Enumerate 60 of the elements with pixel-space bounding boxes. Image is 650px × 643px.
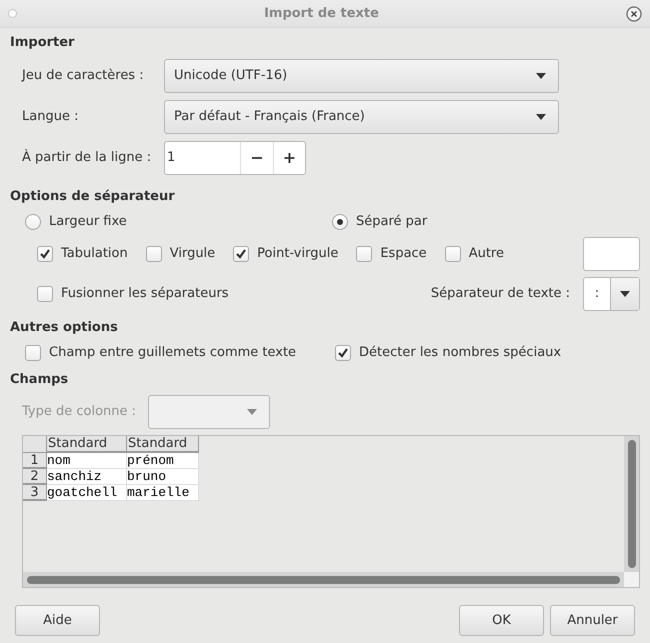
text-separator-dropdown[interactable]: : xyxy=(583,277,640,311)
charset-dropdown[interactable]: Unicode (UTF-16) xyxy=(164,59,559,93)
field-label: Type de colonne : xyxy=(22,403,136,422)
table-cell: marielle xyxy=(127,485,199,501)
checkbox[interactable] xyxy=(335,345,351,361)
caret-icon xyxy=(536,73,546,79)
checkbox[interactable] xyxy=(37,246,53,262)
checkbox-label: Champ entre guillemets comme texte xyxy=(49,344,296,362)
checkbox[interactable] xyxy=(356,246,372,262)
increment-button[interactable]: + xyxy=(273,142,305,174)
caret-icon xyxy=(247,409,258,415)
close-icon[interactable] xyxy=(626,6,642,22)
row-number: 2 xyxy=(23,469,47,485)
column-type-dropdown[interactable] xyxy=(148,395,270,429)
checkbox[interactable] xyxy=(233,246,250,262)
horizontal-scrollbar[interactable] xyxy=(23,572,624,587)
radio-label: Largeur fixe xyxy=(49,213,127,232)
checkbox-label: Point-virgule xyxy=(257,245,338,264)
section-heading: Options de séparateur xyxy=(10,188,176,205)
checkbox-label: Autre xyxy=(468,245,504,264)
line-spin-field[interactable]: 1 − + xyxy=(164,141,306,175)
checkbox-label: Détecter les nombres spéciaux xyxy=(359,344,562,362)
checkbox[interactable] xyxy=(146,246,162,262)
cancel-button[interactable]: Annuler xyxy=(550,605,635,636)
other-separator-field[interactable] xyxy=(583,237,640,271)
radio-button[interactable] xyxy=(332,214,348,230)
ok-button[interactable]: OK xyxy=(459,605,544,636)
radio-button[interactable] xyxy=(25,214,41,230)
checkbox-label: Virgule xyxy=(170,245,216,264)
window-title: Import de texte xyxy=(263,4,380,23)
caret-icon xyxy=(536,114,546,120)
caret-icon xyxy=(620,291,630,297)
column-header[interactable]: Standard xyxy=(127,436,199,453)
table-cell: sanchiz xyxy=(47,469,127,485)
field-label: Séparateur de texte : xyxy=(430,285,570,304)
checkbox-label: Tabulation xyxy=(61,245,128,264)
window-menu-icon[interactable] xyxy=(8,9,17,18)
checkbox-label: Espace xyxy=(380,245,427,264)
section-heading: Champs xyxy=(10,371,70,388)
column-header[interactable]: Standard xyxy=(47,436,127,453)
decrement-button[interactable]: − xyxy=(240,142,273,174)
language-dropdown[interactable]: Par défaut - Français (France) xyxy=(164,100,559,134)
table-cell: goatchell xyxy=(47,485,127,501)
field-label: À partir de la ligne : xyxy=(22,148,152,168)
vertical-scrollbar[interactable] xyxy=(624,436,639,572)
checkbox-label: Fusionner les séparateurs xyxy=(61,285,229,304)
section-heading: Autres options xyxy=(10,319,119,336)
row-number: 1 xyxy=(23,453,47,469)
row-number: 3 xyxy=(23,485,47,501)
table-cell: bruno xyxy=(127,469,199,485)
checkbox[interactable] xyxy=(37,286,53,302)
checkbox[interactable] xyxy=(25,345,41,361)
help-button[interactable]: Aide xyxy=(15,605,100,636)
field-label: Langue : xyxy=(22,108,80,126)
radio-label: Séparé par xyxy=(356,213,428,232)
table-cell: nom xyxy=(47,453,127,469)
section-heading: Importer xyxy=(10,34,76,51)
field-label: Jeu de caractères : xyxy=(22,67,145,86)
table-cell: prénom xyxy=(127,453,199,469)
checkbox[interactable] xyxy=(444,246,461,262)
